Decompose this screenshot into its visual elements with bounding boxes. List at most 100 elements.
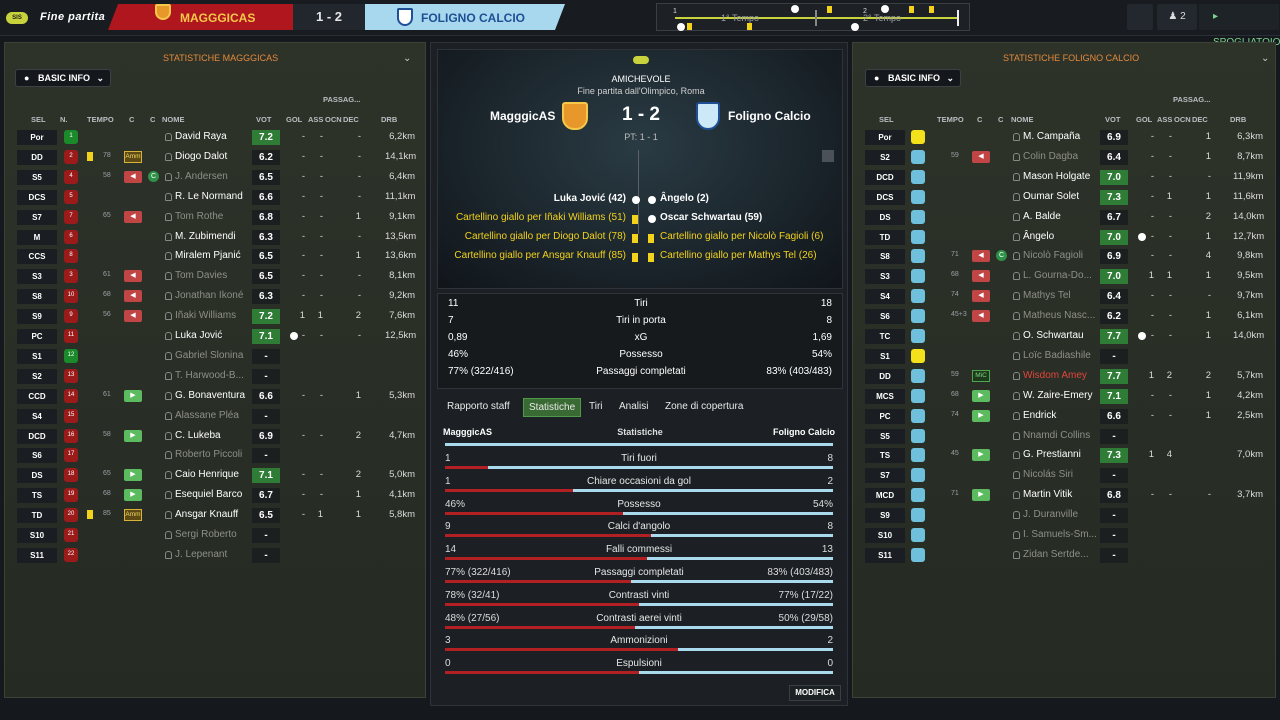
position-badge[interactable]: S4 — [865, 289, 905, 305]
player-name[interactable]: Zidan Sertde... — [1023, 549, 1089, 560]
col-c2[interactable]: C — [998, 115, 1003, 124]
player-name[interactable]: Diogo Dalot — [175, 151, 227, 162]
player-name[interactable]: J. Lepenant — [175, 549, 227, 560]
position-badge[interactable]: S1 — [17, 348, 57, 364]
col-passag[interactable]: PASSAG... — [323, 95, 360, 104]
player-name[interactable]: Roberto Piccoli — [175, 449, 242, 460]
position-badge[interactable]: DD — [865, 368, 905, 384]
table-row[interactable]: DS A. Balde 6.7 - - 2 14,0km — [853, 208, 1273, 226]
player-name[interactable]: Alassane Pléa — [175, 410, 239, 421]
position-badge[interactable]: CCD — [17, 388, 57, 404]
position-badge[interactable]: S8 — [17, 289, 57, 305]
table-row[interactable]: TD 20 85 Amm Ansgar Knauff 6.5-1 1 5,8km — [5, 506, 425, 524]
away-team-bar[interactable]: FOLIGNO CALCIO — [365, 4, 565, 30]
position-badge[interactable]: DD — [17, 149, 57, 165]
player-name[interactable]: Loïc Badiashile — [1023, 350, 1091, 361]
position-badge[interactable]: TD — [17, 508, 57, 524]
position-badge[interactable]: S4 — [17, 408, 57, 424]
table-row[interactable]: MCS 68 ▶ W. Zaire-Emery 7.1 - - 1 4,2km — [853, 387, 1273, 405]
col-sel[interactable]: SEL — [879, 115, 894, 124]
table-row[interactable]: S4 15 Alassane Pléa - — [5, 407, 425, 425]
player-name[interactable]: Endrick — [1023, 410, 1056, 421]
table-row[interactable]: DCS 5 R. Le Normand 6.6 - - - 11,1km — [5, 188, 425, 206]
player-name[interactable]: Tom Rothe — [175, 211, 223, 222]
col-gol[interactable]: GOL — [1136, 115, 1152, 124]
table-row[interactable]: S2 13 T. Harwood-B... - — [5, 367, 425, 385]
chevron-down-icon[interactable]: ⌄ — [403, 53, 411, 64]
col-tempo[interactable]: TEMPO — [937, 115, 964, 124]
player-name[interactable]: Caio Henrique — [175, 469, 239, 480]
position-badge[interactable]: Por — [17, 130, 57, 145]
sub-in-button[interactable]: ▶ — [124, 469, 142, 482]
col-nome[interactable]: NOME — [1011, 115, 1034, 124]
sub-in-button[interactable]: ▶ — [124, 489, 142, 502]
player-name[interactable]: Luka Jović — [175, 330, 222, 341]
position-badge[interactable]: S7 — [865, 468, 905, 484]
table-row[interactable]: DCD Mason Holgate 7.0 - - - 11,9km — [853, 168, 1273, 186]
player-name[interactable]: Gabriel Slonina — [175, 350, 243, 361]
col-passag[interactable]: PASSAG... — [1173, 95, 1210, 104]
position-badge[interactable]: S8 — [865, 249, 905, 265]
player-name[interactable]: Martin Vitik — [1023, 489, 1072, 500]
player-name[interactable]: Mason Holgate — [1023, 171, 1090, 182]
position-badge[interactable]: MCD — [865, 488, 905, 504]
squad-button[interactable]: ♟ 2 — [1157, 4, 1197, 30]
table-row[interactable]: S2 59 ◀ Colin Dagba 6.4 - - 1 8,7km — [853, 148, 1273, 166]
col-c1[interactable]: C — [977, 115, 982, 124]
player-name[interactable]: Nicolás Siri — [1023, 469, 1073, 480]
sub-in-button[interactable]: ▶ — [972, 389, 990, 402]
position-badge[interactable]: DS — [17, 468, 57, 484]
player-name[interactable]: Nicolò Fagioli — [1023, 250, 1083, 261]
tab-rapporto-staff[interactable]: Rapporto staff — [447, 401, 510, 412]
table-row[interactable]: S1 12 Gabriel Slonina - — [5, 347, 425, 365]
position-badge[interactable]: CCS — [17, 249, 57, 265]
player-name[interactable]: M. Zubimendi — [175, 231, 236, 242]
away-team-label[interactable]: Foligno Calcio — [728, 109, 811, 123]
sub-out-button[interactable]: ◀ — [972, 310, 990, 323]
player-name[interactable]: Iñaki Williams — [175, 310, 236, 321]
player-name[interactable]: Oumar Solet — [1023, 191, 1079, 202]
position-badge[interactable]: S5 — [865, 428, 905, 444]
player-name[interactable]: W. Zaire-Emery — [1023, 390, 1092, 401]
col-drb[interactable]: DRB — [1230, 115, 1246, 124]
position-badge[interactable]: S6 — [865, 309, 905, 325]
player-name[interactable]: J. Andersen — [175, 171, 228, 182]
table-row[interactable]: S6 17 Roberto Piccoli - — [5, 446, 425, 464]
col-c1[interactable]: C — [129, 115, 134, 124]
sub-in-button[interactable]: ▶ — [124, 429, 142, 442]
table-row[interactable]: DCD 16 58 ▶ C. Lukeba 6.9 - - 2 4,7km — [5, 427, 425, 445]
table-row[interactable]: PC 11 Luka Jović 7.1 - - - 12,5km — [5, 327, 425, 345]
position-badge[interactable]: TS — [17, 488, 57, 504]
position-badge[interactable]: TD — [865, 229, 905, 245]
table-row[interactable]: PC 74 ▶ Endrick 6.6 - - 1 2,5km — [853, 407, 1273, 425]
col-dec[interactable]: DEC — [1192, 115, 1208, 124]
position-badge[interactable]: DCS — [17, 189, 57, 205]
player-name[interactable]: Ansgar Knauff — [175, 509, 238, 520]
player-name[interactable]: I. Samuels-Sm... — [1023, 529, 1097, 540]
modifica-button[interactable]: MODIFICA — [789, 685, 841, 701]
position-badge[interactable]: S11 — [17, 547, 57, 563]
tab-statistiche[interactable]: Statistiche — [523, 398, 582, 417]
table-row[interactable]: S9 9 56 ◀ Iñaki Williams 7.2 1 1 2 7,6km — [5, 307, 425, 325]
table-row[interactable]: Por 1 David Raya 7.2 - - - 6,2km — [5, 128, 425, 146]
player-name[interactable]: Ângelo — [1023, 231, 1054, 242]
sub-in-button[interactable]: ▶ — [972, 449, 990, 462]
player-name[interactable]: G. Bonaventura — [175, 390, 245, 401]
table-row[interactable]: DCS Oumar Solet 7.3-1 1 11,6km — [853, 188, 1273, 206]
position-badge[interactable]: S10 — [17, 528, 57, 543]
table-row[interactable]: S7 7 65 ◀ Tom Rothe 6.8 - - 1 9,1km — [5, 208, 425, 226]
position-badge[interactable]: M — [17, 229, 57, 245]
position-badge[interactable]: S7 — [17, 209, 57, 225]
player-name[interactable]: M. Campaña — [1023, 131, 1080, 142]
table-row[interactable]: DS 18 65 ▶ Caio Henrique 7.1 - - 2 5,0km — [5, 466, 425, 484]
sub-out-button[interactable]: ◀ — [124, 170, 142, 183]
table-row[interactable]: S3 3 61 ◀ Tom Davies 6.5 - - - 8,1km — [5, 267, 425, 285]
table-row[interactable]: S1 Loïc Badiashile - — [853, 347, 1273, 365]
position-badge[interactable]: S9 — [17, 309, 57, 325]
dressing-room-button[interactable]: ▸ SPOGLIATOIO — [1199, 4, 1280, 48]
player-name[interactable]: C. Lukeba — [175, 430, 221, 441]
basic-info-dropdown[interactable]: ● BASIC INFO ⌄ — [15, 69, 111, 87]
position-badge[interactable]: S6 — [17, 448, 57, 464]
player-name[interactable]: Esequiel Barco — [175, 489, 242, 500]
home-team-bar[interactable]: MAGGGICAS — [108, 4, 293, 30]
